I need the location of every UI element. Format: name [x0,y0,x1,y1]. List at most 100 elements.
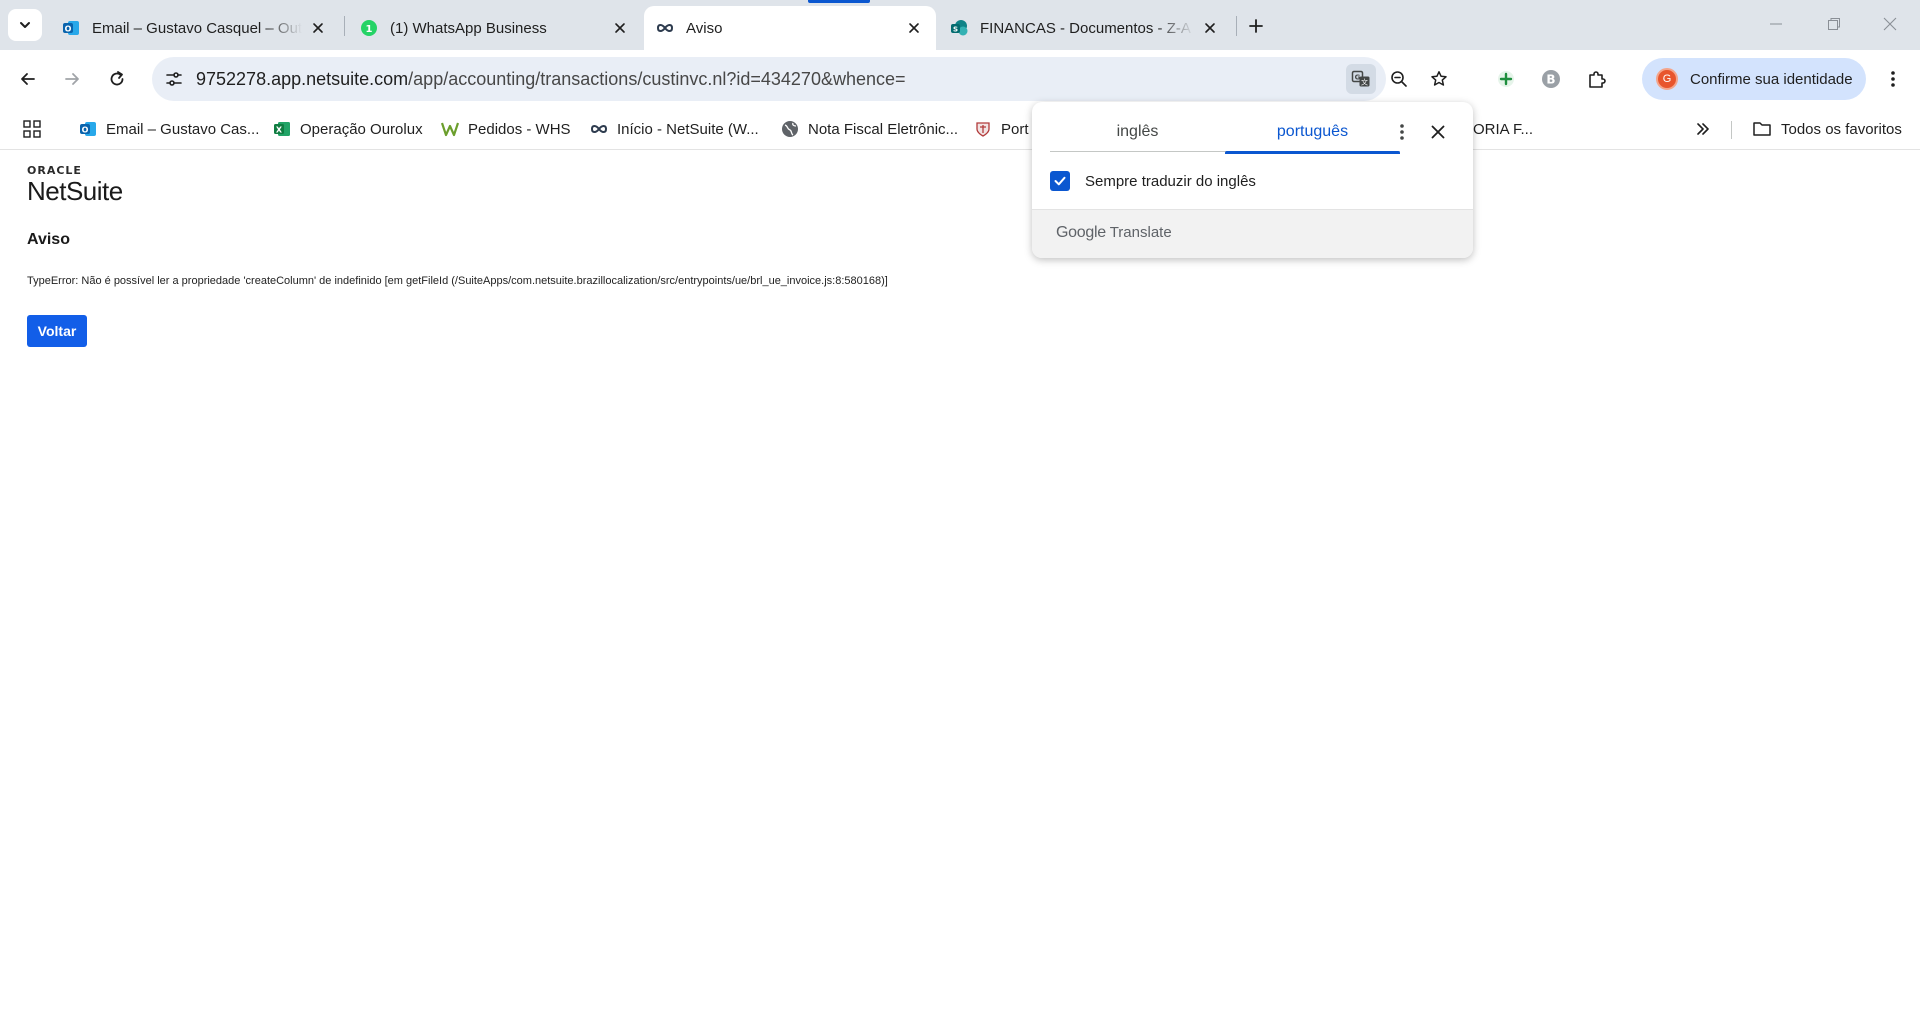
url-host: 9752278.app.netsuite.com [196,69,409,89]
reload-icon [110,71,124,86]
always-translate-checkbox[interactable] [1050,171,1070,191]
bookmark-portal[interactable]: Port [974,116,1029,142]
forward-button[interactable] [56,63,88,95]
profile-button[interactable]: G Confirme sua identidade [1642,58,1866,100]
bookmark-label: Pedidos - WHS [468,120,571,138]
google-translate-brand: Google Translate [1056,224,1172,242]
extensions-button[interactable] [1581,63,1613,95]
bookmark-pedidos-whs[interactable]: Pedidos - WHS [441,116,571,142]
restore-button[interactable] [1814,8,1854,40]
new-tab-button[interactable] [1242,12,1270,40]
netsuite-logo: ORACLE NetSuite [27,164,123,205]
tab-outlook[interactable]: O Email – Gustavo Casquel – Outlook [50,6,340,50]
tab-title: Aviso [686,19,723,37]
browser-toolbar: 9752278.app.netsuite.com/app/accounting/… [0,50,1920,108]
excel-icon: X [273,120,291,138]
bookmark-button[interactable] [1424,64,1454,94]
svg-text:文: 文 [1361,78,1368,87]
svg-text:X: X [276,126,283,135]
translate-options-button[interactable] [1388,118,1416,146]
bookmark-label: Todos os favoritos [1781,120,1902,138]
close-icon [1431,125,1445,139]
bookmark-nota-fiscal[interactable]: Nota Fiscal Eletrônic... [781,116,958,142]
page-title: Aviso [27,231,70,248]
folder-icon [1752,120,1772,138]
translate-icon: G文 [1351,70,1370,87]
active-tab-indicator [808,0,870,3]
close-icon[interactable] [1200,18,1220,38]
netsuite-icon [656,19,674,37]
tab-title: FINANCAS - Documentos - Z-A [980,19,1191,37]
tab-target-language[interactable]: português [1225,112,1400,154]
whatsapp-icon: 1 [360,19,378,37]
bookmark-label: ORIA F... [1473,120,1534,138]
bookmark-label: Port [1001,120,1029,138]
minimize-button[interactable] [1756,8,1796,40]
close-icon[interactable] [610,18,630,38]
bookmark-operacao-ourolux[interactable]: X Operação Ourolux [273,116,423,142]
bookmark-email[interactable]: O Email – Gustavo Cas... [79,116,259,142]
bookmark-all-favorites[interactable]: Todos os favoritos [1752,116,1902,142]
arrow-left-icon [21,73,35,85]
translate-close-button[interactable] [1424,118,1452,146]
checkmark-icon [1054,176,1066,186]
always-translate-label: Sempre traduzir do inglês [1085,172,1256,190]
tab-title: Email – Gustavo Casquel – Outlook [92,19,302,37]
more-vertical-icon [1891,71,1895,87]
svg-text:O: O [82,126,89,135]
tab-strip: O Email – Gustavo Casquel – Outlook 1 (1… [0,0,1920,50]
close-window-button[interactable] [1870,8,1910,40]
bookmarks-separator [1731,121,1732,139]
extension-button-green[interactable] [1490,63,1522,95]
tab-aviso[interactable]: Aviso [644,6,936,50]
avatar: G [1656,68,1678,90]
puzzle-icon [1589,71,1606,88]
url-text[interactable]: 9752278.app.netsuite.com/app/accounting/… [196,69,906,90]
brand-google: Google [1056,224,1106,241]
site-settings-icon[interactable] [160,65,188,93]
translate-button[interactable]: G文 [1346,64,1376,94]
svg-text:1: 1 [366,24,373,35]
address-bar[interactable]: 9752278.app.netsuite.com/app/accounting/… [152,57,1447,101]
bookmark-label: Email – Gustavo Cas... [106,120,260,138]
netsuite-icon [590,120,608,138]
green-plus-extension-icon [1498,71,1514,87]
apps-button[interactable] [20,117,44,141]
tab-sharepoint[interactable]: S FINANCAS - Documentos - Z-A [938,6,1232,50]
tab-separator [1236,16,1237,36]
b-extension-icon: B [1542,70,1560,88]
translate-footer: Google Translate [1032,209,1473,258]
zoom-button[interactable] [1384,64,1414,94]
translate-popup: inglês português Sempre traduzir do ingl… [1032,102,1473,258]
svg-text:O: O [65,25,72,34]
voltar-button[interactable]: Voltar [27,315,87,347]
bookmark-oria[interactable]: ORIA F... [1473,116,1533,142]
bookmark-inicio-netsuite[interactable]: Início - NetSuite (W... [590,116,759,142]
back-button[interactable] [12,63,44,95]
tab-title: (1) WhatsApp Business [390,19,547,37]
bookmark-label: Nota Fiscal Eletrônic... [808,120,959,138]
extension-button-b[interactable]: B [1535,63,1567,95]
language-tabs: inglês português [1050,112,1400,154]
error-message: TypeError: Não é possível ler a propried… [27,275,888,287]
url-path: /app/accounting/transactions/custinvc.nl… [408,69,906,89]
tab-source-language[interactable]: inglês [1050,112,1225,152]
sharepoint-icon: S [950,19,968,37]
tab-search-button[interactable] [8,9,42,41]
svg-text:B: B [1546,73,1555,87]
w-logo-icon [441,120,459,138]
always-translate-option[interactable]: Sempre traduzir do inglês [1050,168,1256,194]
double-chevron-right-icon [1697,123,1709,135]
globe-icon [781,120,799,138]
tab-separator [344,16,345,36]
close-icon[interactable] [904,18,924,38]
reload-button[interactable] [101,63,133,95]
bookmarks-bar: O Email – Gustavo Cas... X Operação Ouro… [0,108,1920,150]
tab-whatsapp[interactable]: 1 (1) WhatsApp Business [348,6,642,50]
close-icon[interactable] [308,18,328,38]
close-icon [1883,17,1897,31]
star-icon [1431,71,1447,86]
browser-menu-button[interactable] [1878,63,1908,95]
svg-text:S: S [953,26,958,34]
bookmarks-overflow-button[interactable] [1690,117,1716,141]
